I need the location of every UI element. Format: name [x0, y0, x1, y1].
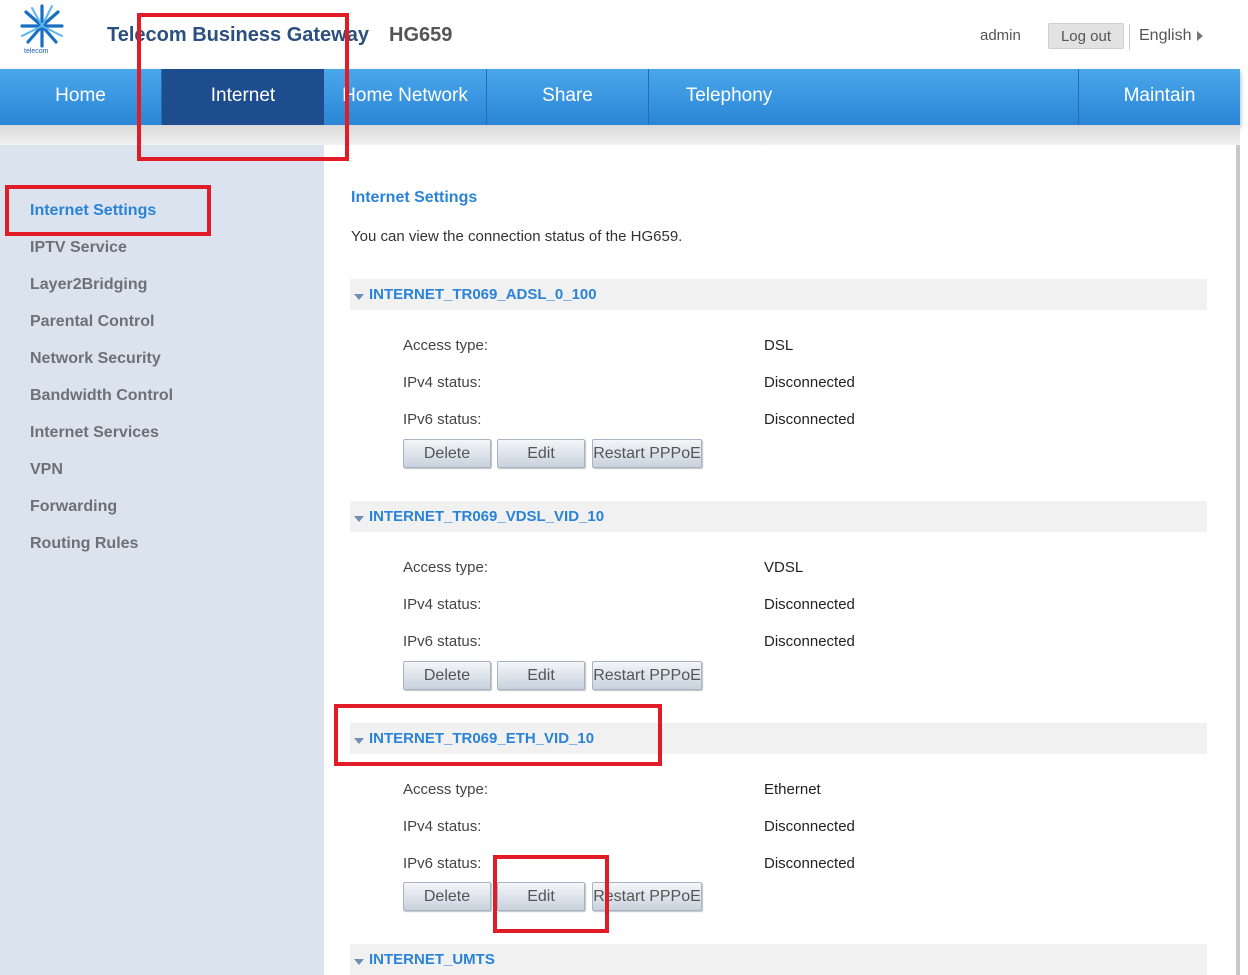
header-divider — [1129, 24, 1130, 50]
access-type-value: VDSL — [764, 559, 804, 576]
username: admin — [980, 27, 1021, 44]
access-type-label: Access type: — [403, 337, 489, 354]
ipv6-status-value: Disconnected — [764, 855, 855, 872]
ipv4-status-label: IPv4 status: — [403, 818, 482, 835]
ipv4-status-value: Disconnected — [764, 374, 855, 391]
access-type-value: Ethernet — [764, 781, 821, 798]
access-type-label: Access type: — [403, 781, 489, 798]
sidebar-item-layer2bridging[interactable]: Layer2Bridging — [30, 276, 147, 294]
sidebar-item-internet-services[interactable]: Internet Services — [30, 424, 159, 442]
page-title: Internet Settings — [351, 189, 478, 206]
connection-name[interactable]: INTERNET_TR069_ADSL_0_100 — [369, 286, 597, 303]
delete-button[interactable]: Delete — [403, 439, 491, 468]
ipv6-status-label: IPv6 status: — [403, 633, 482, 650]
nav-telephony[interactable]: Telephony — [649, 69, 809, 125]
language-selector[interactable]: English — [1139, 27, 1191, 45]
sidebar-item-iptv-service[interactable]: IPTV Service — [30, 239, 127, 257]
model-name: HG659 — [389, 24, 453, 46]
sidebar — [0, 145, 324, 975]
ipv4-status-value: Disconnected — [764, 818, 855, 835]
ipv6-status-label: IPv6 status: — [403, 855, 482, 872]
ipv4-status-value: Disconnected — [764, 596, 855, 613]
ipv6-status-label: IPv6 status: — [403, 411, 482, 428]
highlight-box — [493, 855, 609, 933]
ipv6-status-value: Disconnected — [764, 633, 855, 650]
access-type-value: DSL — [764, 337, 794, 354]
delete-button[interactable]: Delete — [403, 661, 491, 690]
connection-name[interactable]: INTERNET_UMTS — [369, 951, 495, 968]
highlight-box — [334, 704, 662, 766]
edit-button[interactable]: Edit — [497, 661, 585, 690]
restart-pppoe-button[interactable]: Restart PPPoE — [592, 439, 702, 468]
sidebar-item-routing-rules[interactable]: Routing Rules — [30, 535, 138, 553]
connection-name[interactable]: INTERNET_TR069_VDSL_VID_10 — [369, 508, 604, 525]
sidebar-item-parental-control[interactable]: Parental Control — [30, 313, 154, 331]
caret-down-icon[interactable] — [354, 959, 364, 965]
caret-down-icon[interactable] — [354, 294, 364, 300]
logout-button[interactable]: Log out — [1048, 23, 1124, 49]
content-border — [1236, 145, 1240, 975]
nav-maintain[interactable]: Maintain — [1078, 69, 1240, 125]
ipv4-status-label: IPv4 status: — [403, 374, 482, 391]
ipv6-status-value: Disconnected — [764, 411, 855, 428]
sidebar-item-bandwidth-control[interactable]: Bandwidth Control — [30, 387, 173, 405]
highlight-box — [5, 185, 211, 236]
delete-button[interactable]: Delete — [403, 882, 491, 911]
sidebar-item-network-security[interactable]: Network Security — [30, 350, 161, 368]
sidebar-item-vpn[interactable]: VPN — [30, 461, 63, 479]
logo-text: telecom — [24, 48, 49, 55]
caret-right-icon[interactable] — [1197, 31, 1203, 41]
highlight-box — [137, 13, 349, 161]
restart-pppoe-button[interactable]: Restart PPPoE — [592, 661, 702, 690]
ipv4-status-label: IPv4 status: — [403, 596, 482, 613]
sidebar-item-forwarding[interactable]: Forwarding — [30, 498, 117, 516]
nav-share[interactable]: Share — [487, 69, 649, 125]
page-description: You can view the connection status of th… — [351, 228, 683, 245]
access-type-label: Access type: — [403, 559, 489, 576]
edit-button[interactable]: Edit — [497, 439, 585, 468]
caret-down-icon[interactable] — [354, 516, 364, 522]
